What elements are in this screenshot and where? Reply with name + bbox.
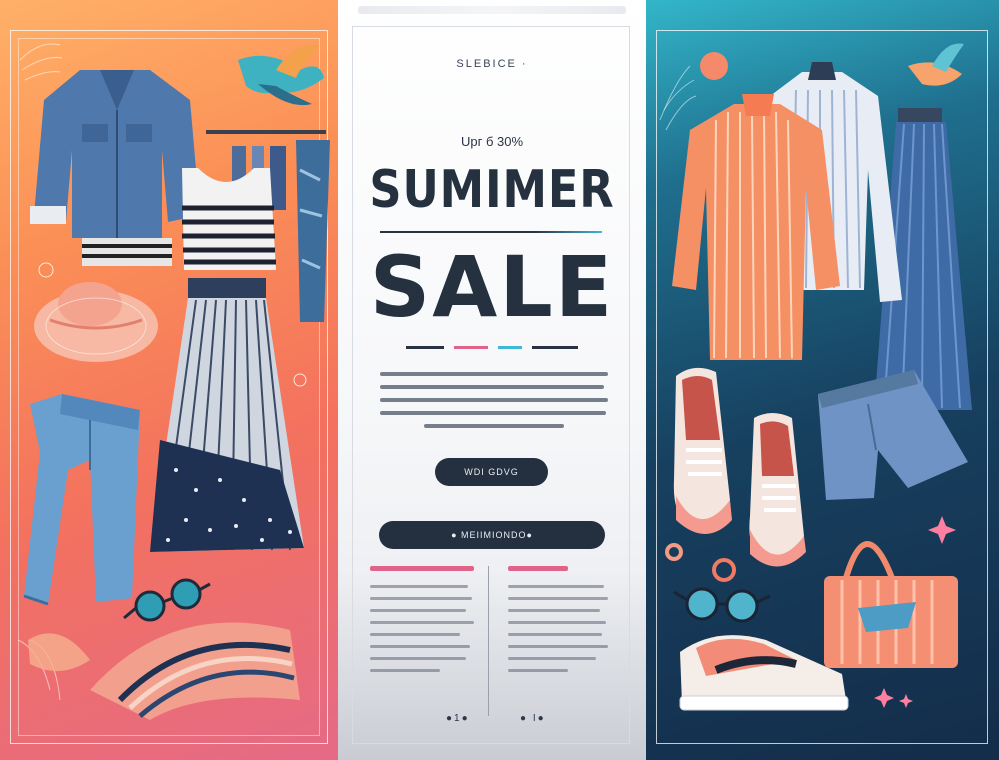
- bird-icon: [238, 45, 324, 106]
- kicker-text: SLEBICE ·: [456, 58, 528, 70]
- column-divider: [488, 566, 489, 716]
- color-accent-bar: [406, 346, 578, 349]
- left-illustration: [17, 43, 330, 720]
- body-copy-placeholder: [380, 372, 608, 437]
- wave-decoration-icon: [28, 622, 300, 720]
- left-fashion-panel: [0, 0, 338, 760]
- sunglasses-icon: [673, 587, 771, 623]
- discount-text: Upг б 30%: [460, 134, 524, 149]
- right-illustration: [659, 43, 972, 711]
- jeans-icon: [23, 394, 140, 606]
- footer-mark-left: ●1●: [446, 713, 470, 724]
- tote-bag-icon: [824, 541, 958, 668]
- footer-mark-right: ● I●: [520, 713, 546, 724]
- headline-sale: SALE: [369, 238, 615, 336]
- sun-icon: [700, 52, 728, 80]
- striped-shirt-icon: [672, 94, 840, 360]
- striped-top-icon: [182, 168, 276, 270]
- sneakers-icon: [673, 367, 806, 567]
- palm-leaf-decoration-icon: [659, 65, 697, 131]
- info-column-right: [508, 566, 620, 681]
- top-strip: [358, 6, 626, 14]
- sunglasses-icon: [123, 578, 211, 622]
- sun-hat-icon: [34, 282, 158, 362]
- info-column-left: [370, 566, 482, 681]
- shop-now-button[interactable]: WDI GDVG: [435, 458, 548, 486]
- secondary-button[interactable]: ● MEIIMIONDO●: [379, 521, 605, 549]
- sale-text-panel: SLEBICE · Upг б 30% SUMIMER SALE WDI GDV…: [338, 0, 646, 760]
- right-fashion-panel: [646, 0, 999, 760]
- sneaker-icon: [679, 635, 849, 711]
- denim-jacket-icon: [30, 70, 200, 266]
- pleated-skirt-icon: [150, 278, 304, 552]
- bracelet-icon: [665, 543, 736, 582]
- bird-icon: [908, 43, 964, 86]
- headline-title: SUMIMER: [369, 160, 615, 220]
- title-divider: [380, 231, 602, 233]
